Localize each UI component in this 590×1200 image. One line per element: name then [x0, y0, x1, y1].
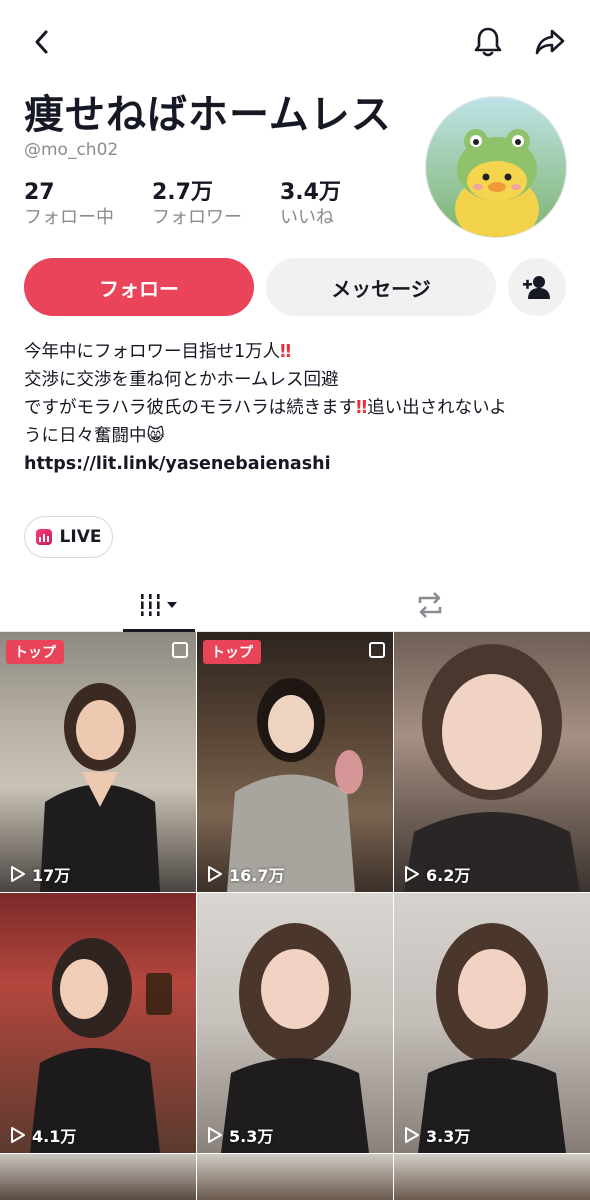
bio-line-3: ですがモラハラ彼氏のモラハラは続きます‼追い出されないよ: [24, 394, 569, 422]
play-icon: [405, 1127, 419, 1143]
video-thumbnail[interactable]: [394, 1154, 590, 1200]
bell-icon: [474, 27, 502, 57]
multi-image-icon: [172, 642, 188, 658]
bio-text: 今年中にフォロワー目指せ1万人: [24, 342, 281, 362]
view-count-text: 4.1万: [32, 1127, 77, 1146]
likes-stat: 3.4万 いいね: [280, 180, 341, 230]
bio-line-5: https://lit.link/yasenebaienashi: [24, 450, 569, 478]
profile-screen: 痩せねばホームレス @mo_ch02 27 フォロー中 2.7万 フォロワー 3…: [0, 0, 590, 1200]
play-icon: [11, 1127, 25, 1143]
video-thumbnail[interactable]: [197, 1154, 393, 1200]
cat-emoji-icon: 😸: [146, 426, 165, 446]
add-friend-button[interactable]: [508, 258, 566, 316]
tab-videos[interactable]: [110, 578, 210, 632]
followers-label: フォロワー: [152, 207, 242, 228]
following-stat[interactable]: 27 フォロー中: [24, 180, 114, 230]
thumbnail-image: [221, 923, 369, 1153]
view-count-text: 16.7万: [229, 866, 285, 885]
top-badge: トップ: [6, 640, 64, 664]
thumbnail-image: [404, 644, 580, 892]
bio-line-4: うに日々奮闘中😸: [24, 422, 569, 450]
display-name: 痩せねばホームレス: [24, 92, 392, 138]
likes-label: いいね: [280, 207, 334, 228]
share-button[interactable]: [530, 22, 570, 62]
bio-text: 追い出されないよ: [367, 398, 507, 418]
play-icon: [405, 866, 419, 882]
view-count: 3.3万: [404, 1123, 470, 1147]
view-count: 5.3万: [207, 1123, 273, 1147]
profile-stats: 27 フォロー中 2.7万 フォロワー 3.4万 いいね: [24, 180, 379, 230]
bio-link[interactable]: https://lit.link/yasenebaienashi: [24, 454, 331, 474]
bio-line-1: 今年中にフォロワー目指せ1万人‼: [24, 338, 569, 366]
view-count: 4.1万: [10, 1123, 76, 1147]
live-label: LIVE: [59, 527, 102, 547]
chevron-left-icon: [35, 30, 48, 54]
play-icon: [11, 866, 25, 882]
video-thumbnail[interactable]: 5.3万: [197, 893, 393, 1153]
thumbnail-image: [227, 678, 363, 892]
add-user-icon: [523, 276, 550, 299]
share-arrow-icon: [535, 29, 565, 55]
view-count-text: 3.3万: [426, 1127, 471, 1146]
view-count-text: 6.2万: [426, 866, 471, 885]
bio-text: ですがモラハラ彼氏のモラハラは続きます: [24, 398, 357, 418]
double-exclamation-icon: ‼: [356, 398, 368, 418]
video-thumbnail[interactable]: トップ 16.7万: [197, 632, 393, 892]
bio-text: うに日々奮闘中: [24, 426, 147, 446]
video-thumbnail[interactable]: トップ 17万: [0, 632, 196, 892]
multi-image-icon: [369, 642, 385, 658]
play-icon: [208, 866, 222, 882]
followers-count: 2.7万: [152, 180, 213, 205]
video-thumbnail[interactable]: [0, 1154, 196, 1200]
live-button[interactable]: LIVE: [24, 516, 113, 558]
double-exclamation-icon: ‼: [280, 342, 292, 362]
username-handle: @mo_ch02: [24, 140, 119, 160]
thumbnail-image: [30, 938, 172, 1153]
content-tabs: [0, 578, 590, 632]
following-count: 27: [24, 180, 55, 205]
notifications-button[interactable]: [468, 22, 508, 62]
top-badge: トップ: [203, 640, 261, 664]
following-label: フォロー中: [24, 207, 114, 228]
back-button[interactable]: [22, 22, 62, 62]
view-count: 17万: [10, 862, 70, 886]
avatar-image: [426, 97, 566, 237]
likes-count: 3.4万: [280, 180, 341, 205]
video-thumbnail[interactable]: 6.2万: [394, 632, 590, 892]
tab-reposts[interactable]: [380, 578, 480, 632]
thumbnail-image: [418, 923, 566, 1153]
avatar[interactable]: [425, 96, 567, 238]
message-button[interactable]: メッセージ: [266, 258, 496, 316]
view-count: 16.7万: [207, 862, 284, 886]
view-count-text: 17万: [32, 866, 71, 885]
play-icon: [208, 1127, 222, 1143]
grid-bars-icon: [139, 594, 177, 616]
live-bars-icon: [35, 529, 52, 545]
video-thumbnail[interactable]: 3.3万: [394, 893, 590, 1153]
video-thumbnail[interactable]: 4.1万: [0, 893, 196, 1153]
top-nav: [0, 0, 590, 80]
bio-text: 交渉に交渉を重ね何とかホームレス回避: [24, 370, 339, 390]
thumbnail-image: [40, 683, 160, 892]
view-count-text: 5.3万: [229, 1127, 274, 1146]
follow-button[interactable]: フォロー: [24, 258, 254, 316]
bio-line-2: 交渉に交渉を重ね何とかホームレス回避: [24, 366, 569, 394]
bio: 今年中にフォロワー目指せ1万人‼ 交渉に交渉を重ね何とかホームレス回避 ですがモ…: [24, 338, 569, 478]
followers-stat[interactable]: 2.7万 フォロワー: [152, 180, 242, 230]
view-count: 6.2万: [404, 862, 470, 886]
repost-icon: [418, 592, 442, 618]
